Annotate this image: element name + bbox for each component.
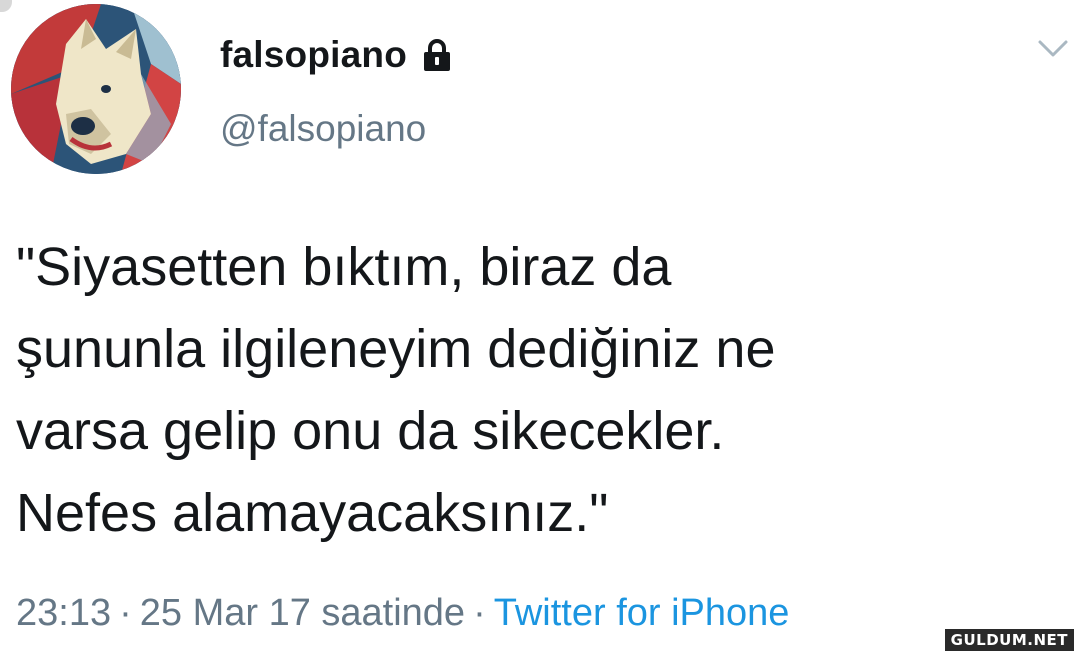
tweet-metadata: 23:13 · 25 Mar 17 saatinde · Twitter for iPh… [16, 592, 789, 635]
tweet-time[interactable]: 23:13 [16, 592, 111, 634]
watermark: GULDUM.NET [944, 629, 1074, 651]
display-name[interactable]: falsopiano [220, 34, 407, 76]
handle[interactable]: @falsopiano [220, 108, 426, 150]
tweet-text-line: şununla ilgileneyim dediğiniz ne [16, 319, 776, 379]
tweet-text-line: "Siyasetten bıktım, biraz da [16, 237, 672, 297]
tweet-text-line: Nefes alamayacaksınız." [16, 483, 609, 543]
tweet-text-line: varsa gelip onu da sikecekler. [16, 401, 725, 461]
tweet-source-link[interactable]: Twitter for iPhone [494, 592, 790, 634]
separator: · [119, 592, 132, 634]
separator: · [473, 592, 486, 634]
lock-icon [421, 38, 453, 72]
author-row: falsopiano [220, 30, 453, 80]
tweet-text: "Siyasetten bıktım, biraz da şununla ilg… [16, 226, 1056, 554]
tweet-card: falsopiano @falsopiano "Siyasetten bıktı… [0, 0, 1078, 654]
chevron-down-icon[interactable] [1036, 34, 1070, 62]
avatar-image [11, 4, 181, 174]
corner-mark [0, 0, 12, 12]
tweet-date[interactable]: 25 Mar 17 saatinde [140, 592, 465, 634]
avatar[interactable] [11, 4, 181, 174]
